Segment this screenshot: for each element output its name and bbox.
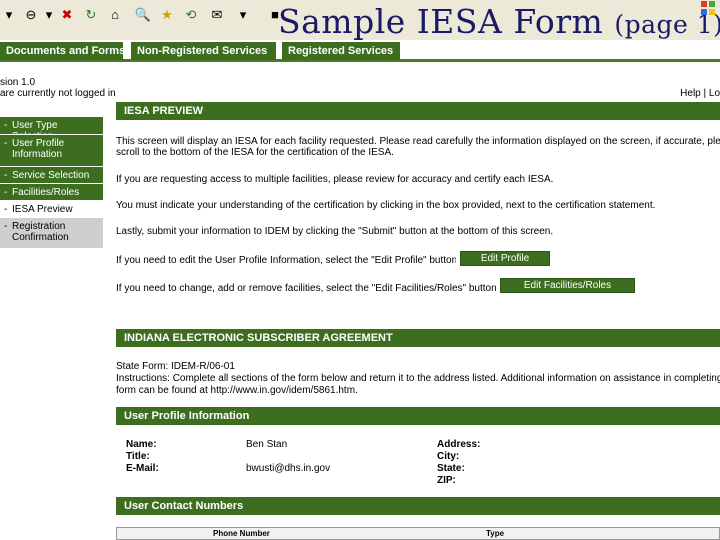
tab-documents-and-forms[interactable]: Documents and Forms (0, 42, 125, 60)
back-icon[interactable]: ⊖ (22, 5, 40, 23)
iesa-preview-header: IESA PREVIEW (116, 102, 720, 120)
user-contact-numbers-header: User Contact Numbers (116, 497, 720, 515)
sidebar-item-user-type-selection[interactable]: User Type Selection (0, 117, 103, 142)
agreement-header: INDIANA ELECTRONIC SUBSCRIBER AGREEMENT (116, 329, 720, 347)
version-label: sion 1.0 (0, 77, 36, 88)
instructions-line-2: form can be found at http://www.in.gov/i… (116, 385, 358, 396)
city-label: City: (437, 451, 460, 462)
slide-title-text: Sample IESA Form (278, 2, 604, 41)
contact-numbers-table: Phone Number Type (116, 527, 720, 540)
phone-number-column-header: Phone Number (213, 529, 270, 538)
search-icon[interactable]: 🔍 (134, 5, 152, 23)
print-icon[interactable]: ▾ (234, 5, 252, 23)
close-icon[interactable]: ✖ (58, 5, 76, 23)
slide-title: Sample IESA Form (page 1) (278, 2, 720, 41)
edit-profile-instruction: If you need to edit the User Profile Inf… (116, 255, 456, 266)
edit-profile-button[interactable]: Edit Profile (460, 251, 550, 266)
user-profile-header: User Profile Information (116, 407, 720, 425)
preview-paragraph-1-line-2: scroll to the bottom of the IESA for the… (116, 147, 394, 158)
top-navigation: Documents and Forms Non-Registered Servi… (0, 42, 720, 62)
name-value: Ben Stan (246, 439, 288, 450)
windows-logo-icon (701, 1, 715, 15)
help-link[interactable]: Help | Lo (680, 88, 720, 99)
email-label: E-Mail: (126, 463, 159, 474)
sidebar: User Type Selection User Profile Informa… (0, 117, 103, 249)
chevron-down-icon[interactable]: ▾ (0, 5, 18, 23)
state-label: State: (437, 463, 465, 474)
refresh-icon[interactable]: ↻ (82, 5, 100, 23)
zip-label: ZIP: (437, 475, 456, 486)
history-icon[interactable]: ⟲ (182, 5, 200, 23)
preview-paragraph-4: Lastly, submit your information to IDEM … (116, 226, 554, 237)
edit-facilities-instruction: If you need to change, add or remove fac… (116, 283, 496, 294)
name-label: Name: (126, 439, 157, 450)
title-label: Title: (126, 451, 150, 462)
sidebar-item-facilities-roles[interactable]: Facilities/Roles (0, 184, 103, 201)
sidebar-item-service-selection[interactable]: Service Selection (0, 167, 103, 184)
type-column-header: Type (486, 529, 505, 538)
login-status: are currently not logged in (0, 88, 116, 99)
address-label: Address: (437, 439, 481, 450)
instructions-line-1: Instructions: Complete all sections of t… (116, 373, 720, 384)
mail-icon[interactable]: ✉ (208, 5, 226, 23)
browser-toolbar: ▾ ⊖ ▾ ✖ ↻ ⌂ 🔍 ★ ⟲ ✉ ▾ ■ Sample IESA Form… (0, 0, 720, 41)
preview-paragraph-3: You must indicate your understanding of … (116, 200, 656, 211)
email-value: bwusti@dhs.in.gov (246, 463, 331, 474)
tab-registered-services[interactable]: Registered Services (282, 42, 400, 60)
state-form-number: State Form: IDEM-R/06-01 (116, 361, 235, 372)
edit-facilities-roles-button[interactable]: Edit Facilities/Roles (500, 278, 635, 293)
dropdown-icon[interactable]: ▾ (40, 5, 58, 23)
sidebar-item-user-profile-information[interactable]: User Profile Information (0, 135, 103, 167)
preview-paragraph-1-line-1: This screen will display an IESA for eac… (116, 136, 720, 147)
tab-non-registered-services[interactable]: Non-Registered Services (131, 42, 276, 60)
sidebar-item-iesa-preview[interactable]: IESA Preview (0, 201, 103, 218)
home-icon[interactable]: ⌂ (106, 5, 124, 23)
favorites-icon[interactable]: ★ (158, 5, 176, 23)
sidebar-item-registration-confirmation[interactable]: Registration Confirmation (0, 218, 103, 249)
preview-paragraph-2: If you are requesting access to multiple… (116, 174, 554, 185)
